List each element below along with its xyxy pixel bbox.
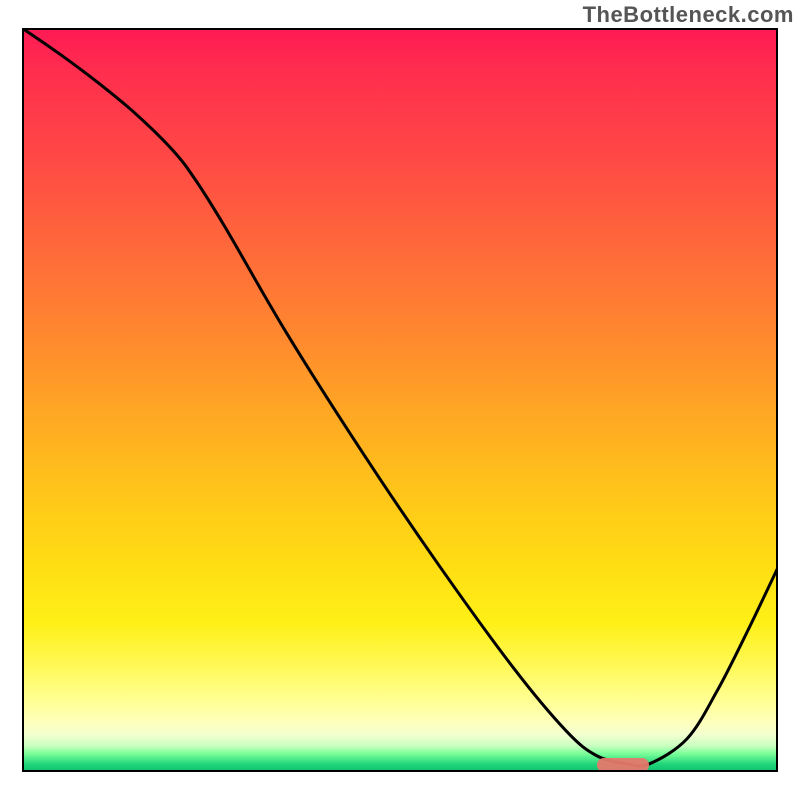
bottleneck-curve (22, 28, 778, 772)
watermark-label: TheBottleneck.com (583, 2, 794, 28)
chart-root: TheBottleneck.com (0, 0, 800, 800)
plot-area (22, 28, 778, 772)
optimal-range-marker (597, 758, 650, 772)
